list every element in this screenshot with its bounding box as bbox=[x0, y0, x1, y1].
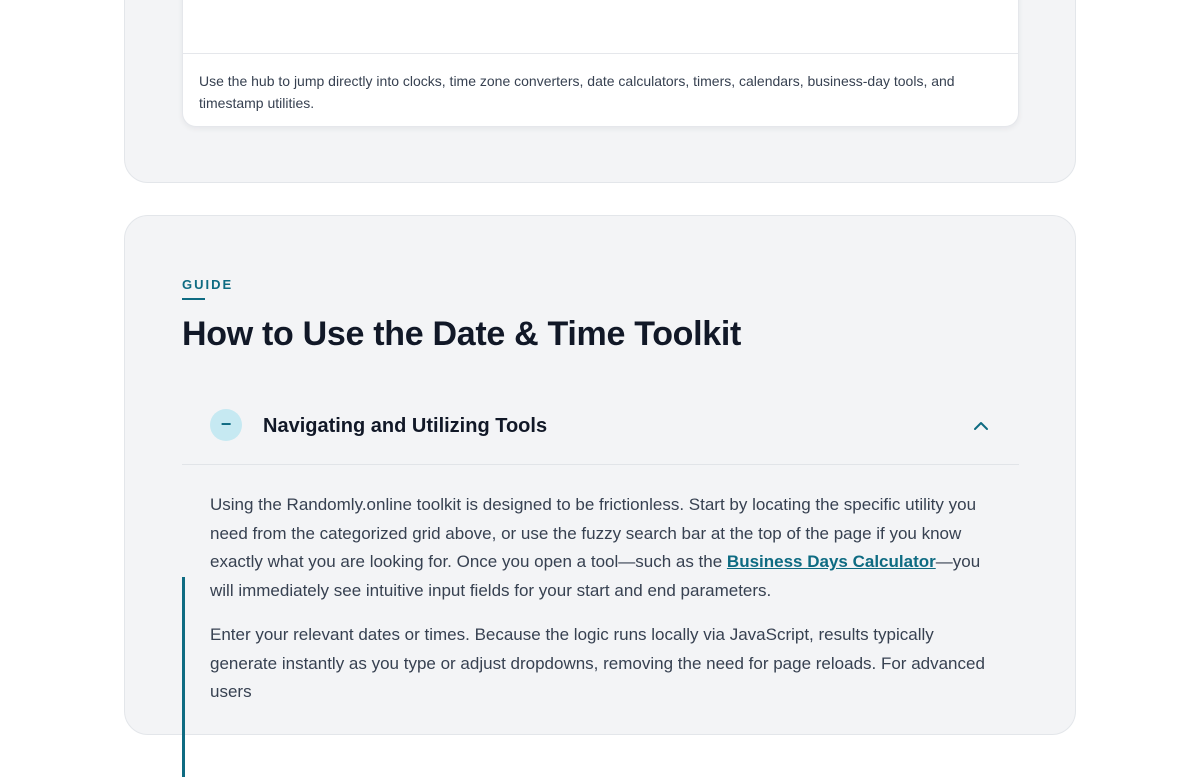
hub-preview-area bbox=[183, 0, 1018, 54]
chevron-up-icon[interactable] bbox=[971, 416, 991, 436]
body-paragraph-2: Enter your relevant dates or times. Beca… bbox=[210, 625, 985, 701]
tool-hub-section: Use the hub to jump directly into clocks… bbox=[124, 0, 1076, 183]
body-paragraph-1: Using the Randomly.online toolkit is des… bbox=[210, 491, 991, 605]
accordion-header[interactable]: − Navigating and Utilizing Tools bbox=[182, 392, 1019, 465]
hub-caption: Use the hub to jump directly into clocks… bbox=[199, 73, 955, 111]
accordion-item-navigating: − Navigating and Utilizing Tools Using t… bbox=[182, 392, 1019, 777]
hub-preview-card: Use the hub to jump directly into clocks… bbox=[182, 0, 1019, 127]
eyebrow-underline bbox=[182, 298, 205, 300]
guide-title: How to Use the Date & Time Toolkit bbox=[182, 315, 742, 353]
accordion-title: Navigating and Utilizing Tools bbox=[263, 415, 548, 437]
accordion-body: Using the Randomly.online toolkit is des… bbox=[182, 465, 1019, 707]
minus-icon: − bbox=[210, 409, 242, 441]
business-days-calculator-link[interactable]: Business Days Calculator bbox=[727, 552, 936, 571]
guide-eyebrow: GUIDE bbox=[182, 277, 234, 292]
guide-section: GUIDE How to Use the Date & Time Toolkit… bbox=[124, 215, 1076, 777]
